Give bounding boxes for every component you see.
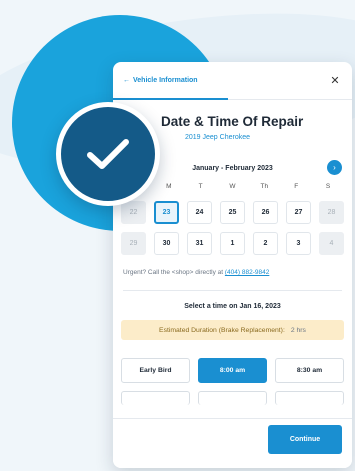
weekday-label: Th [260, 183, 269, 190]
time-slot-partial[interactable] [198, 391, 267, 405]
next-month-button[interactable]: › [327, 160, 342, 175]
time-slot-selected[interactable]: 8:00 am [198, 358, 267, 383]
month-label: January - February 2023 [192, 164, 273, 172]
calendar-day[interactable]: 24 [187, 201, 212, 224]
calendar-day: 22 [121, 201, 146, 224]
time-slots-next-row [121, 391, 344, 405]
step-progress-bar [113, 98, 228, 100]
calendar-day[interactable]: 3 [286, 232, 311, 255]
back-link-label: Vehicle Information [133, 77, 198, 84]
calendar-day: 4 [319, 232, 344, 255]
weekday-label: W [229, 183, 236, 190]
weekday-label: F [294, 183, 299, 190]
calendar-day[interactable]: 25 [220, 201, 245, 224]
calendar-day-selected[interactable]: 23 [154, 201, 179, 224]
calendar-day[interactable]: 27 [286, 201, 311, 224]
time-slot-partial[interactable] [275, 391, 344, 405]
card-header: ← Vehicle Information ✕ [113, 62, 352, 100]
time-slots: Early Bird 8:00 am 8:30 am [121, 358, 344, 383]
back-link[interactable]: ← Vehicle Information [123, 77, 198, 84]
calendar-day: 29 [121, 232, 146, 255]
time-slot[interactable]: Early Bird [121, 358, 190, 383]
time-slot[interactable]: 8:30 am [275, 358, 344, 383]
weekday-header: SMTWThFS [121, 183, 344, 195]
weekday-label: M [166, 183, 172, 190]
weekday-label: T [198, 183, 203, 190]
urgent-text: Urgent? Call the <shop> directly at [123, 269, 225, 276]
calendar-day: 28 [319, 201, 344, 224]
calendar-day[interactable]: 26 [253, 201, 278, 224]
divider [123, 290, 342, 291]
checkmark-badge [56, 102, 160, 206]
weekday-label: S [325, 183, 331, 190]
calendar-day[interactable]: 31 [187, 232, 212, 255]
page-title: Date & Time Of Repair [161, 114, 304, 129]
calendar-grid: 22 23 24 25 26 27 28 29 30 31 1 2 3 4 [121, 201, 344, 255]
checkmark-icon [87, 139, 129, 169]
duration-banner: Estimated Duration (Brake Replacement): … [121, 320, 344, 340]
close-icon[interactable]: ✕ [328, 74, 342, 88]
duration-value: 2 hrs [290, 326, 306, 334]
card-footer: Continue [113, 418, 352, 468]
time-slot-partial[interactable] [121, 391, 190, 405]
calendar-day[interactable]: 1 [220, 232, 245, 255]
urgent-note: Urgent? Call the <shop> directly at (404… [113, 255, 352, 276]
time-section-title: Select a time on Jan 16, 2023 [184, 303, 281, 310]
phone-link[interactable]: (404) 882-9842 [225, 269, 269, 276]
chevron-left-icon: ← [123, 77, 130, 84]
calendar-day[interactable]: 30 [154, 232, 179, 255]
continue-button[interactable]: Continue [268, 425, 342, 454]
calendar-day[interactable]: 2 [253, 232, 278, 255]
duration-label: Estimated Duration (Brake Replacement): [159, 326, 285, 334]
